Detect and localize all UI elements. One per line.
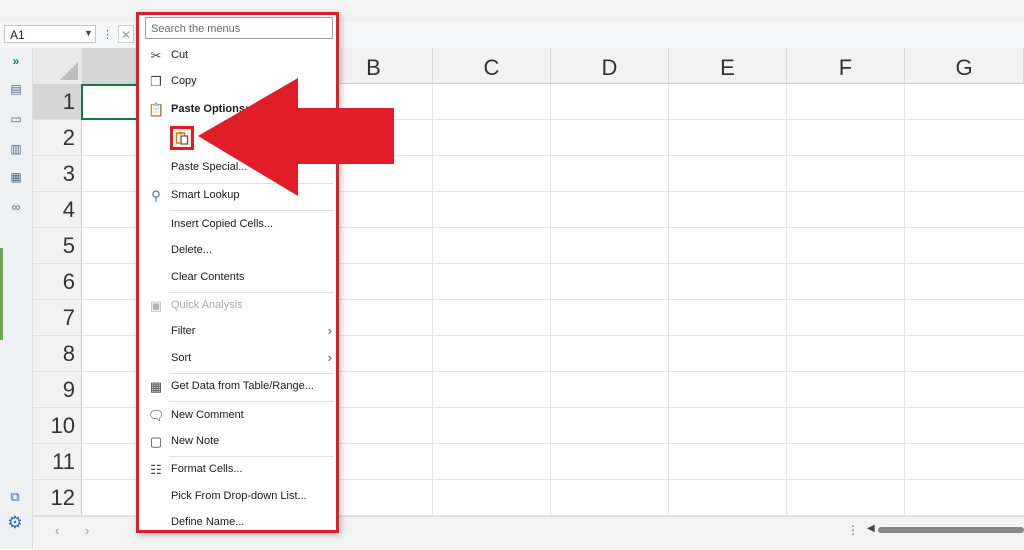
select-all-corner[interactable]	[33, 48, 83, 85]
column-header-label: F	[838, 55, 853, 80]
scroll-left-icon[interactable]: ◀	[867, 523, 875, 534]
menu-item-label: New Note	[171, 435, 220, 447]
row-header[interactable]: 8	[33, 336, 82, 372]
menu-item-get-data[interactable]: ▦ Get Data from Table/Range...	[139, 376, 336, 398]
card-icon[interactable]: ▭	[8, 112, 24, 126]
menu-search-box[interactable]	[145, 17, 333, 39]
paste-button[interactable]	[170, 126, 194, 150]
open-external-icon[interactable]: ⧉	[6, 488, 24, 506]
menu-item-label: Cut	[171, 49, 189, 61]
column-header-label: C	[483, 55, 500, 80]
menu-item-label: Quick Analysis	[171, 299, 243, 311]
column-header-e[interactable]: E	[669, 48, 787, 84]
row-header[interactable]: 12	[33, 480, 82, 516]
menu-item-label: Clear Contents	[171, 271, 245, 283]
chevron-left-icon[interactable]: ‹	[55, 523, 59, 538]
menu-item-clear-contents[interactable]: Clear Contents	[139, 267, 336, 289]
chevron-right-icon: ›	[327, 323, 332, 338]
calendar-icon[interactable]: ▤	[8, 82, 24, 96]
column-header-d[interactable]: D	[551, 48, 669, 84]
menu-item-quick-analysis: ▣ Quick Analysis	[139, 295, 336, 317]
column-header-g[interactable]: G	[905, 48, 1024, 84]
scissors-icon: ✂	[150, 48, 162, 63]
search-icon: ⚲	[151, 188, 161, 203]
copy-icon: ❐	[150, 74, 162, 89]
row-header[interactable]: 4	[33, 192, 82, 228]
column-header-label: G	[955, 55, 973, 80]
table-icon: ▦	[149, 379, 163, 394]
menu-item-cut[interactable]: ✂ Cut	[139, 45, 336, 67]
close-icon: ✕	[120, 28, 132, 42]
printer-icon[interactable]: ▥	[8, 142, 24, 156]
column-header-a[interactable]	[82, 48, 144, 84]
menu-item-label: Sort	[171, 352, 192, 364]
note-icon: ▢	[149, 434, 163, 449]
menu-item-label: Delete...	[171, 244, 212, 256]
chevron-down-icon[interactable]: ▼	[84, 28, 93, 38]
menu-item-label: Format Cells...	[171, 463, 243, 475]
menu-item-label: Define Name...	[171, 516, 245, 528]
menu-item-new-note[interactable]: ▢ New Note	[139, 431, 336, 453]
red-arrow-annotation	[198, 78, 394, 196]
row-header[interactable]: 3	[33, 156, 82, 192]
clipboard-icon: 📋	[148, 102, 165, 117]
menu-item-label: Pick From Drop-down List...	[171, 490, 307, 502]
menu-item-filter[interactable]: Filter ›	[139, 321, 336, 343]
horizontal-scrollbar[interactable]	[878, 527, 1024, 533]
paste-clipboard-icon	[175, 131, 189, 145]
menu-item-define-name[interactable]: Define Name...	[139, 512, 336, 534]
quick-analysis-icon: ▣	[149, 298, 163, 313]
column-header-label: B	[366, 55, 381, 80]
column-header-f[interactable]: F	[787, 48, 905, 84]
binoculars-icon[interactable]: ∞	[8, 200, 24, 214]
name-box-value: A1	[10, 28, 25, 42]
row-header[interactable]: 6	[33, 264, 82, 300]
name-box[interactable]: A1	[4, 25, 96, 43]
row-header[interactable]: 7	[33, 300, 82, 336]
row-header[interactable]: 10	[33, 408, 82, 444]
menu-item-format-cells[interactable]: ☷ Format Cells...	[139, 459, 336, 481]
menu-item-delete[interactable]: Delete...	[139, 240, 336, 262]
table-icon[interactable]: ▦	[8, 170, 24, 184]
menu-item-pick-from-list[interactable]: Pick From Drop-down List...	[139, 486, 336, 508]
menu-item-label: Filter	[171, 325, 196, 337]
rail-accent	[0, 248, 3, 340]
row-header[interactable]: 1	[33, 84, 82, 120]
row-header[interactable]: 5	[33, 228, 82, 264]
gear-icon[interactable]: ⚙	[6, 514, 24, 532]
left-tool-rail: » ▤ ▭ ▥ ▦ ∞ ⧉ ⚙	[0, 48, 33, 549]
more-options-icon[interactable]: ⋮	[847, 523, 859, 537]
more-options-icon[interactable]: ⋮	[102, 28, 113, 41]
menu-item-label: Insert Copied Cells...	[171, 218, 274, 230]
menu-item-label: Get Data from Table/Range...	[171, 380, 314, 392]
menu-search-input[interactable]	[149, 19, 333, 39]
menu-item-sort[interactable]: Sort ›	[139, 348, 336, 370]
format-cells-icon: ☷	[150, 462, 162, 477]
column-header-label: E	[720, 55, 735, 80]
row-header[interactable]: 9	[33, 372, 82, 408]
menu-item-new-comment[interactable]: 🗨 New Comment	[139, 405, 336, 427]
cancel-button[interactable]: ✕	[118, 25, 134, 43]
row-header[interactable]: 2	[33, 120, 82, 156]
menu-item-label: Copy	[171, 75, 197, 87]
column-header-label: D	[601, 55, 618, 80]
menu-item-insert-copied-cells[interactable]: Insert Copied Cells...	[139, 214, 336, 236]
active-cell-a1[interactable]	[81, 84, 143, 120]
chevron-right-icon[interactable]: ›	[85, 523, 89, 538]
column-header-c[interactable]: C	[433, 48, 551, 84]
comment-icon: 🗨	[148, 408, 165, 423]
menu-item-label: New Comment	[171, 409, 244, 421]
chevron-right-icon: ›	[327, 350, 332, 365]
row-header[interactable]: 11	[33, 444, 82, 480]
expand-icon[interactable]: »	[8, 54, 24, 68]
